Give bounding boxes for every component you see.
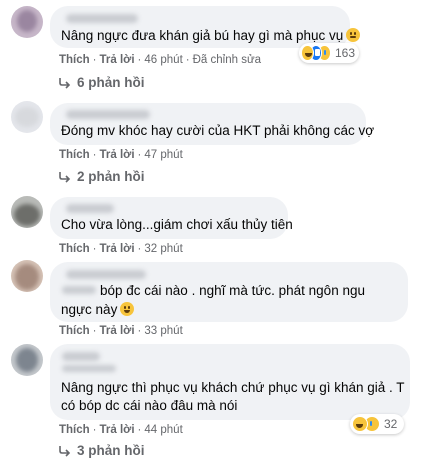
timestamp[interactable]: 47 phút [144, 149, 182, 161]
author-name-redacted [62, 352, 100, 361]
comment-text: Đóng mv khóc hay cười của HKT phải không… [61, 123, 375, 138]
view-replies-link[interactable]: 3 phản hồi [57, 443, 145, 458]
avatar[interactable] [11, 344, 43, 376]
reaction-count: 163 [334, 46, 355, 60]
redacted-text-fragment [62, 286, 96, 294]
haha-icon [352, 416, 368, 432]
author-name-redacted [66, 14, 138, 23]
avatar[interactable] [11, 6, 43, 38]
grinning-face-icon [120, 302, 135, 316]
edited-label: Đã chỉnh sửa [192, 54, 262, 66]
haha-icon [301, 45, 314, 61]
view-replies-link[interactable]: 2 phản hồi [57, 169, 145, 184]
like-link[interactable]: Thích [59, 325, 90, 337]
comment-meta: Thích · Trả lời · 33 phút [59, 325, 183, 337]
comment-text-line-2: có bóp dc cái nào đâu mà nói [61, 398, 238, 413]
reaction-count: 32 [384, 417, 398, 431]
timestamp[interactable]: 44 phút [144, 424, 182, 436]
view-replies-link[interactable]: 6 phản hồi [57, 75, 145, 90]
neutral-face-icon [346, 28, 361, 42]
reply-arrow-icon [59, 171, 71, 183]
reply-link[interactable]: Trả lời [100, 149, 135, 161]
avatar[interactable] [11, 196, 43, 228]
reply-arrow-icon [59, 77, 71, 89]
author-name-redacted [66, 110, 150, 119]
reply-link[interactable]: Trả lời [100, 325, 135, 337]
reply-link[interactable]: Trả lời [100, 243, 135, 255]
comment-meta: Thích · Trả lời · 44 phút [59, 424, 183, 436]
author-name-redacted [66, 270, 146, 279]
reply-link[interactable]: Trả lời [100, 424, 135, 436]
like-link[interactable]: Thích [59, 54, 90, 66]
like-link[interactable]: Thích [59, 424, 90, 436]
comment-meta: Thích · Trả lời · 47 phút [59, 149, 183, 161]
comment-text-line-2: ngực này [61, 300, 135, 319]
avatar[interactable] [11, 101, 43, 133]
comment-meta: Thích · Trả lời · 46 phút · Đã chỉnh sửa [59, 54, 262, 66]
comment-text: bóp đc cái nào . nghĩ mà tức. phát ngôn … [100, 283, 365, 298]
comment-text: Nâng ngực thì phục vụ khách chứ phục vụ … [61, 380, 405, 395]
like-link[interactable]: Thích [59, 243, 90, 255]
timestamp[interactable]: 33 phút [144, 325, 182, 337]
reaction-summary[interactable]: 163 [299, 43, 359, 63]
reply-link[interactable]: Trả lời [100, 54, 135, 66]
reply-arrow-icon [59, 445, 71, 457]
like-link[interactable]: Thích [59, 149, 90, 161]
avatar[interactable] [11, 260, 43, 292]
comment-text: Cho vừa lòng...giám chơi xấu thủy tiên [61, 217, 293, 232]
author-name-redacted [66, 204, 114, 213]
comment-meta: Thích · Trả lời · 32 phút [59, 243, 183, 255]
reaction-summary[interactable]: 32 [350, 414, 404, 434]
author-name-redacted-2 [62, 365, 116, 372]
timestamp[interactable]: 46 phút [144, 54, 182, 66]
timestamp[interactable]: 32 phút [144, 243, 182, 255]
